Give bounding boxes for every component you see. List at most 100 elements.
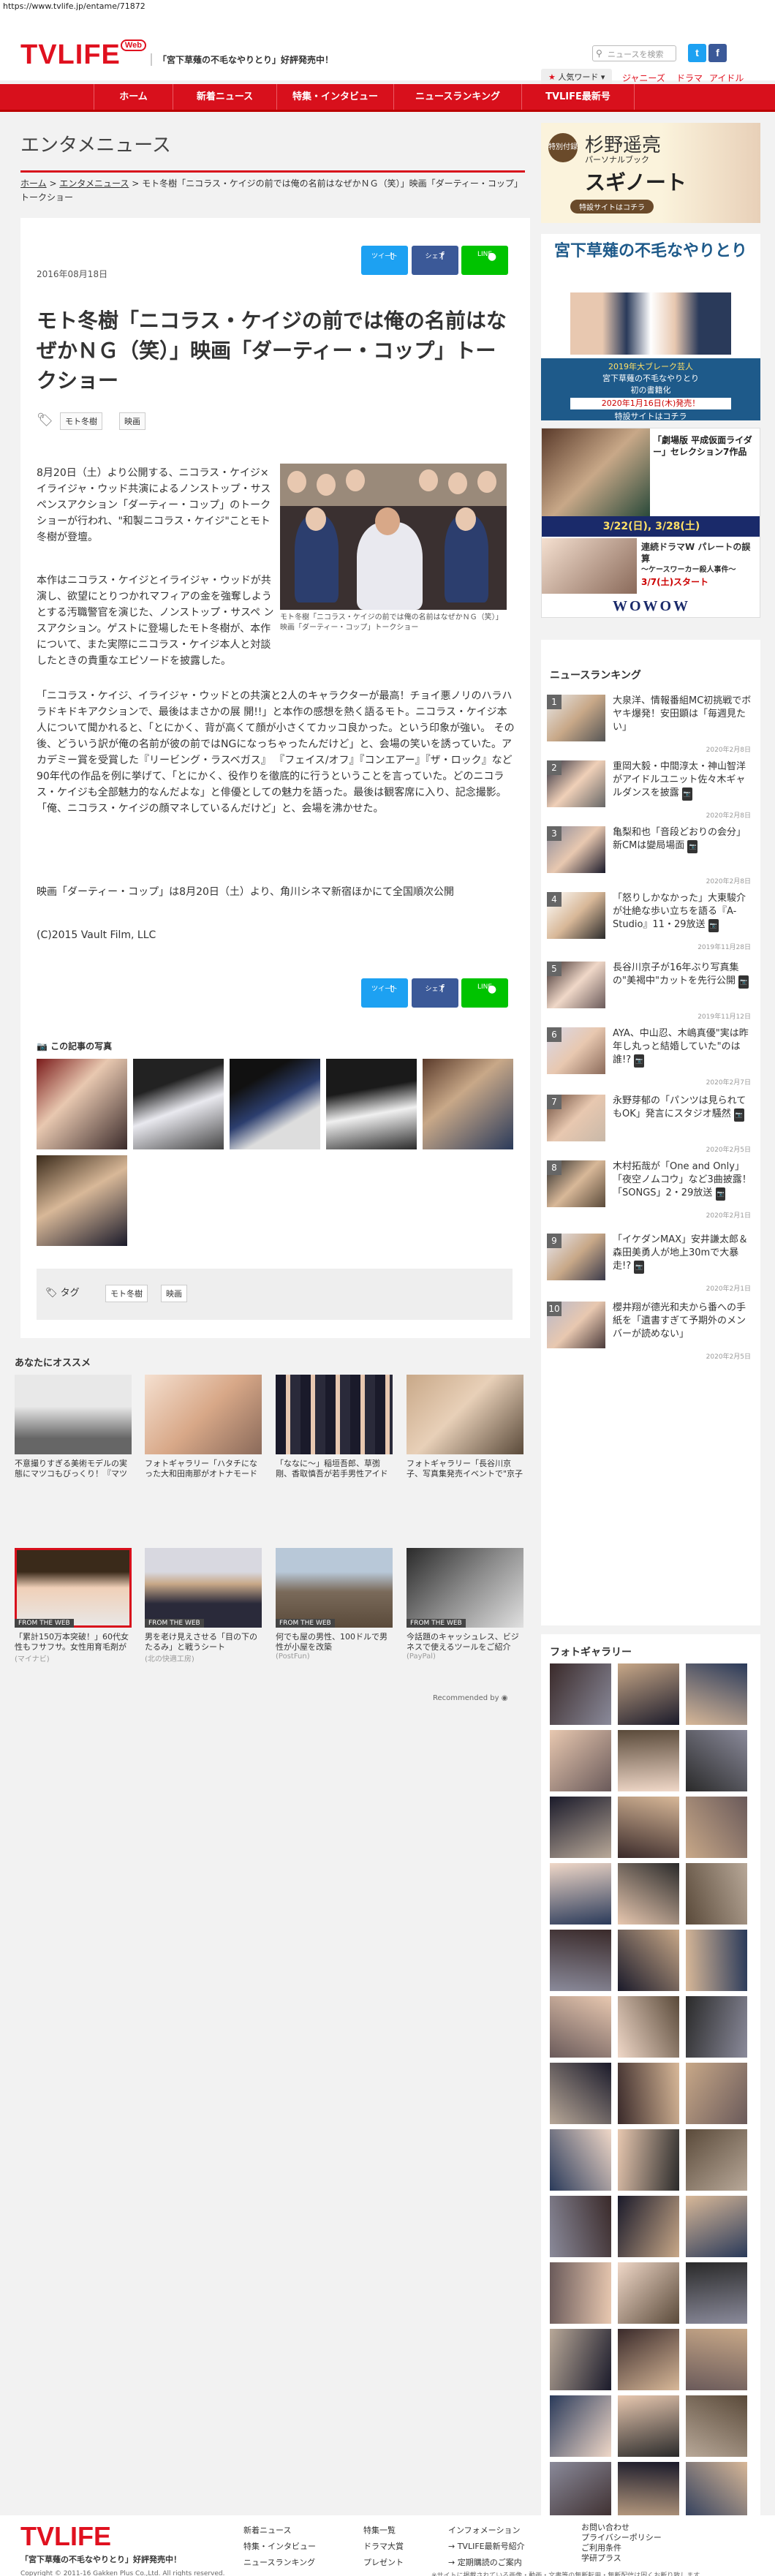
gallery-thumbnail[interactable] [618,1730,679,1791]
gallery-thumbnail[interactable] [686,1996,747,2058]
footer-link[interactable]: プレゼント [363,2555,404,2571]
facebook-share-button[interactable]: f シェア [412,246,458,275]
article-thumbnail[interactable] [37,1059,127,1149]
gallery-thumbnail[interactable] [686,2129,747,2191]
footer-link[interactable]: → TVLIFE最新号紹介 [448,2539,525,2555]
gallery-thumbnail[interactable] [550,2462,611,2523]
quick-link-drama[interactable]: ドラマ [676,72,703,84]
ad-banner-miyashita-kusanagi[interactable]: 宮下草薙の不毛なやりとり 2019年大ブレーク芸人 宮下草薙の不毛なやりとり 初… [541,234,760,420]
ranking-item[interactable]: 8 木村拓哉が「One and Only」「夜空ノムコウ」など3曲披露！「SONG… [547,1160,755,1220]
gallery-thumbnail[interactable] [686,2395,747,2457]
twitter-icon[interactable]: t [688,44,706,62]
ranking-item[interactable]: 2 重岡大毅・中間淳太・神山智洋がアイドルユニット佐々木ギャルダンスを披露 📷 20… [547,760,755,820]
tag-moto-fuyuki[interactable]: モト冬樹 [60,412,102,430]
ad-banner-wowow[interactable]: 「劇場版 平成仮面ライダー」セレクション7作品 3/22(日), 3/28(土)… [541,428,760,618]
gallery-thumbnail[interactable] [618,1930,679,1991]
line-share-button[interactable]: ● LINE [461,246,508,275]
nav-features[interactable]: 特集・インタビュー [276,84,393,110]
gallery-thumbnail[interactable] [686,2063,747,2124]
tag-moto-fuyuki[interactable]: モト冬樹 [105,1285,148,1302]
gallery-thumbnail[interactable] [618,2262,679,2324]
line-share-button-bottom[interactable]: ● LINE [461,978,508,1008]
gallery-thumbnail[interactable] [550,1663,611,1725]
gallery-thumbnail[interactable] [686,2462,747,2523]
ranking-item[interactable]: 3 亀梨和也「音段どおりの会分」新CMは變局場面 📷 2020年2月8日 [547,826,755,885]
gallery-thumbnail[interactable] [550,2395,611,2457]
ranking-item[interactable]: 4 「怒りしかなかった」大東駿介が壮絶な歩い立ちを語る『A-Studio』11・2… [547,892,755,951]
gallery-thumbnail[interactable] [550,2196,611,2257]
recommend-item[interactable]: 「ななに～」稲垣吾郎、草彅剛、香取慎吾が若手男性アイドルと対決！ [276,1375,393,1479]
breadcrumb-home[interactable]: ホーム [20,178,47,189]
gallery-thumbnail[interactable] [550,1863,611,1925]
gallery-thumbnail[interactable] [618,2329,679,2390]
quick-link-johnnys[interactable]: ジャニーズ [622,72,665,84]
ranking-item[interactable]: 5 長谷川京子が16年ぶり写真集の"美褐中"カットを先行公開 📷 2019年11月1… [547,962,755,1021]
ranking-item[interactable]: 6 AYA、中山忍、木嶋真優"実は昨年し丸っと結婚していた"のは誰!? 📷 2020… [547,1027,755,1087]
article-thumbnail[interactable] [326,1059,417,1149]
gallery-thumbnail[interactable] [686,1930,747,1991]
article-thumbnail[interactable] [423,1059,513,1149]
gallery-thumbnail[interactable] [618,1797,679,1858]
gallery-thumbnail[interactable] [550,1730,611,1791]
tag-movie[interactable]: 映画 [161,1285,187,1302]
gallery-thumbnail[interactable] [618,2063,679,2124]
gallery-thumbnail[interactable] [618,2129,679,2191]
gallery-thumbnail[interactable] [550,1930,611,1991]
footer-link[interactable]: ご利用条件 [581,2543,662,2553]
footer-link[interactable]: ニュースランキング [243,2555,316,2571]
footer-logo[interactable]: TVLIFE [20,2521,111,2552]
gallery-thumbnail[interactable] [618,2196,679,2257]
gallery-thumbnail[interactable] [550,2063,611,2124]
gallery-thumbnail[interactable] [550,2129,611,2191]
gallery-thumbnail[interactable] [686,1797,747,1858]
footer-link[interactable]: → 定期購読のご案内 [448,2555,525,2571]
gallery-thumbnail[interactable] [686,2196,747,2257]
footer-link[interactable]: 新着ニュース [243,2523,316,2539]
url-bar[interactable]: https://www.tvlife.jp/entame/71872 [0,0,775,13]
ad-banner-sugino[interactable]: 特別付録 杉野遥亮 パーソナルブック スギノート 特設サイトはコチラ [541,123,760,223]
recommend-item[interactable]: FROM THE WEB 今話題のキャッシュレス、ビジネスで使えるツールをご紹介… [407,1548,523,1661]
recommend-item[interactable]: フォトギャラリー「ハタチになった大和田南那がオトナモードを全開放！ [145,1375,262,1479]
gallery-thumbnail[interactable] [550,2262,611,2324]
gallery-thumbnail[interactable] [618,1663,679,1725]
popular-words-button[interactable]: ★ 人気ワード ▾ [541,69,613,85]
footer-link[interactable]: 特集一覧 [363,2523,404,2539]
tweet-button-bottom[interactable]: t ツイート [361,978,408,1008]
gallery-thumbnail[interactable] [550,2329,611,2390]
recommend-item[interactable]: FROM THE WEB 男を老け見えさせる「目の下のたるみ」と戦うシート (北… [145,1548,262,1663]
footer-link[interactable]: 特集・インタビュー [243,2539,316,2555]
nav-home[interactable]: ホーム [94,84,173,110]
recommend-item[interactable]: 不意撮りすぎる美術モデルの実態にマツコもびっくり！『マツコ会議』5・4 [15,1375,132,1479]
ranking-item[interactable]: 1 大泉洋、情報番組MC初挑戦でボヤキ爆発！安田顕は「毎週見たい」 2020年2月8… [547,695,755,754]
gallery-thumbnail[interactable] [550,1797,611,1858]
recommend-item[interactable]: FROM THE WEB 何でも屋の男性、100ドルで男性が小屋を改築 (Pos… [276,1548,393,1661]
recommend-item[interactable]: フォトギャラリー「長谷川京子、写真集発売イベントで"京子ママ"に [407,1375,523,1479]
recommend-item[interactable]: FROM THE WEB 「累計150万本突破！」60代女性もフサフサ。女性用育… [15,1548,132,1663]
facebook-share-button-bottom[interactable]: f シェア [412,978,458,1008]
footer-link[interactable]: お問い合わせ [581,2523,662,2533]
header-tagline[interactable]: 「宮下草薙の不毛なやりとり」好評発売中！ [151,53,333,66]
recommended-by[interactable]: Recommended by ◉ [433,1694,507,1702]
gallery-thumbnail[interactable] [618,2395,679,2457]
gallery-thumbnail[interactable] [618,2462,679,2523]
tag-movie[interactable]: 映画 [119,412,145,430]
article-thumbnail[interactable] [230,1059,320,1149]
gallery-thumbnail[interactable] [686,1663,747,1725]
footer-link[interactable]: 学研プラス [581,2553,662,2564]
ranking-item[interactable]: 7 永野芽郁の「パンツは見られてもOK」発言にスタジオ騒然 📷 2020年2月5日 [547,1095,755,1154]
gallery-thumbnail[interactable] [686,2329,747,2390]
search-input[interactable]: ⚲ ニュースを検索 [592,45,676,61]
nav-latest-issue[interactable]: TVLIFE最新号 [521,84,635,110]
quick-link-idol[interactable]: アイドル [709,72,744,84]
tweet-button[interactable]: t ツイート [361,246,408,275]
article-thumbnail[interactable] [133,1059,224,1149]
gallery-thumbnail[interactable] [686,1730,747,1791]
gallery-thumbnail[interactable] [550,1996,611,2058]
article-thumbnail[interactable] [37,1155,127,1246]
breadcrumb-entame[interactable]: エンタメニュース [59,178,129,189]
gallery-thumbnail[interactable] [618,1863,679,1925]
footer-link[interactable]: プライバシーポリシー [581,2533,662,2543]
site-logo[interactable]: TVLIFE Web [20,39,146,71]
gallery-thumbnail[interactable] [686,1863,747,1925]
facebook-icon[interactable]: f [708,44,727,62]
